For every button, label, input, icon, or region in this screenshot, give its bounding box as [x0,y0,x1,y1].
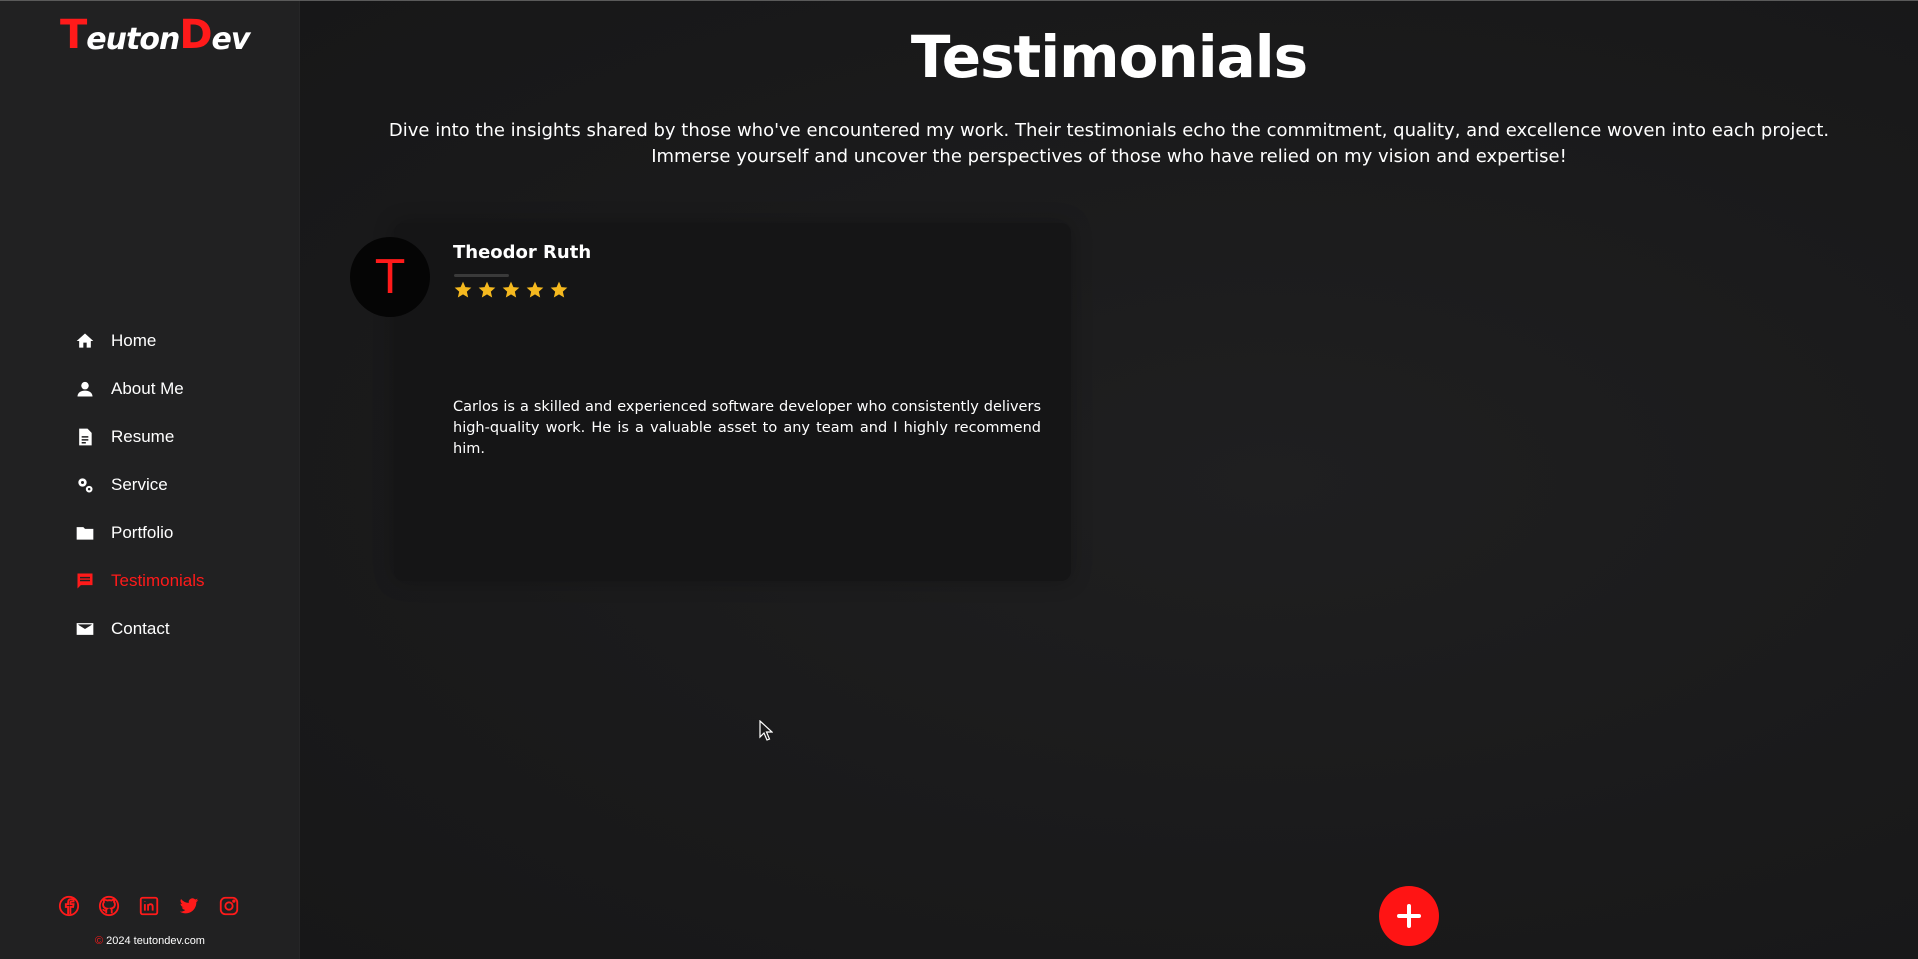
nav-item-portfolio[interactable]: Portfolio [74,509,284,557]
copyright: © 2024 teutondev.com [0,935,300,947]
star-icon [477,280,497,300]
social-links [58,895,240,917]
page-intro: Dive into the insights shared by those w… [388,120,1830,167]
github-icon[interactable] [98,895,120,917]
add-testimonial-button[interactable] [1379,886,1439,946]
home-icon [74,330,96,352]
nav-item-label: Home [111,331,157,350]
star-icon [549,280,569,300]
star-icon [453,280,473,300]
nav-item-label: Portfolio [111,523,174,542]
linkedin-icon[interactable] [138,895,160,917]
name-underline [454,274,509,277]
twitter-icon[interactable] [178,895,200,917]
mouse-cursor-icon [759,720,773,741]
main-nav: Home About Me Resume Service Portfolio T… [74,317,284,653]
mail-icon [74,618,96,640]
star-icon [501,280,521,300]
copyright-icon: © [95,935,104,947]
logo[interactable]: Teuton Dev [60,12,250,58]
nav-item-label: Service [111,475,168,494]
nav-item-testimonials[interactable]: Testimonials [74,557,284,605]
person-icon [74,378,96,400]
nav-item-label: Resume [111,427,175,446]
copyright-text: 2024 teutondev.com [106,935,205,947]
main-content: Testimonials Dive into the insights shar… [300,1,1918,959]
facebook-icon[interactable] [58,895,80,917]
testimonial-text: Carlos is a skilled and experienced soft… [453,399,1041,457]
logo-letter-t: T [60,12,87,58]
sidebar: TeutonDev Home About Me Resume Service [0,1,300,959]
nav-item-service[interactable]: Service [74,461,284,509]
document-icon [74,426,96,448]
nav-item-about-me[interactable]: About Me [74,365,284,413]
nav-item-home[interactable]: Home [74,317,284,365]
logo-text-euton: euton [86,22,180,57]
testimonial-avatar: T [350,237,430,317]
folder-icon [74,522,96,544]
testimonial-author-name: Theodor Ruth [453,242,592,263]
star-rating [453,280,569,300]
logo-text-ev: ev [211,22,251,57]
nav-item-label: About Me [111,379,184,398]
star-icon [525,280,545,300]
gears-icon [74,474,96,496]
page-title: Testimonials [910,23,1308,91]
nav-item-label: Testimonials [111,571,205,590]
nav-item-resume[interactable]: Resume [74,413,284,461]
nav-item-contact[interactable]: Contact [74,605,284,653]
chat-icon [74,570,96,592]
nav-item-label: Contact [111,619,170,638]
logo-letter-d: D [179,12,212,58]
instagram-icon[interactable] [218,895,240,917]
plus-icon [1397,904,1421,928]
